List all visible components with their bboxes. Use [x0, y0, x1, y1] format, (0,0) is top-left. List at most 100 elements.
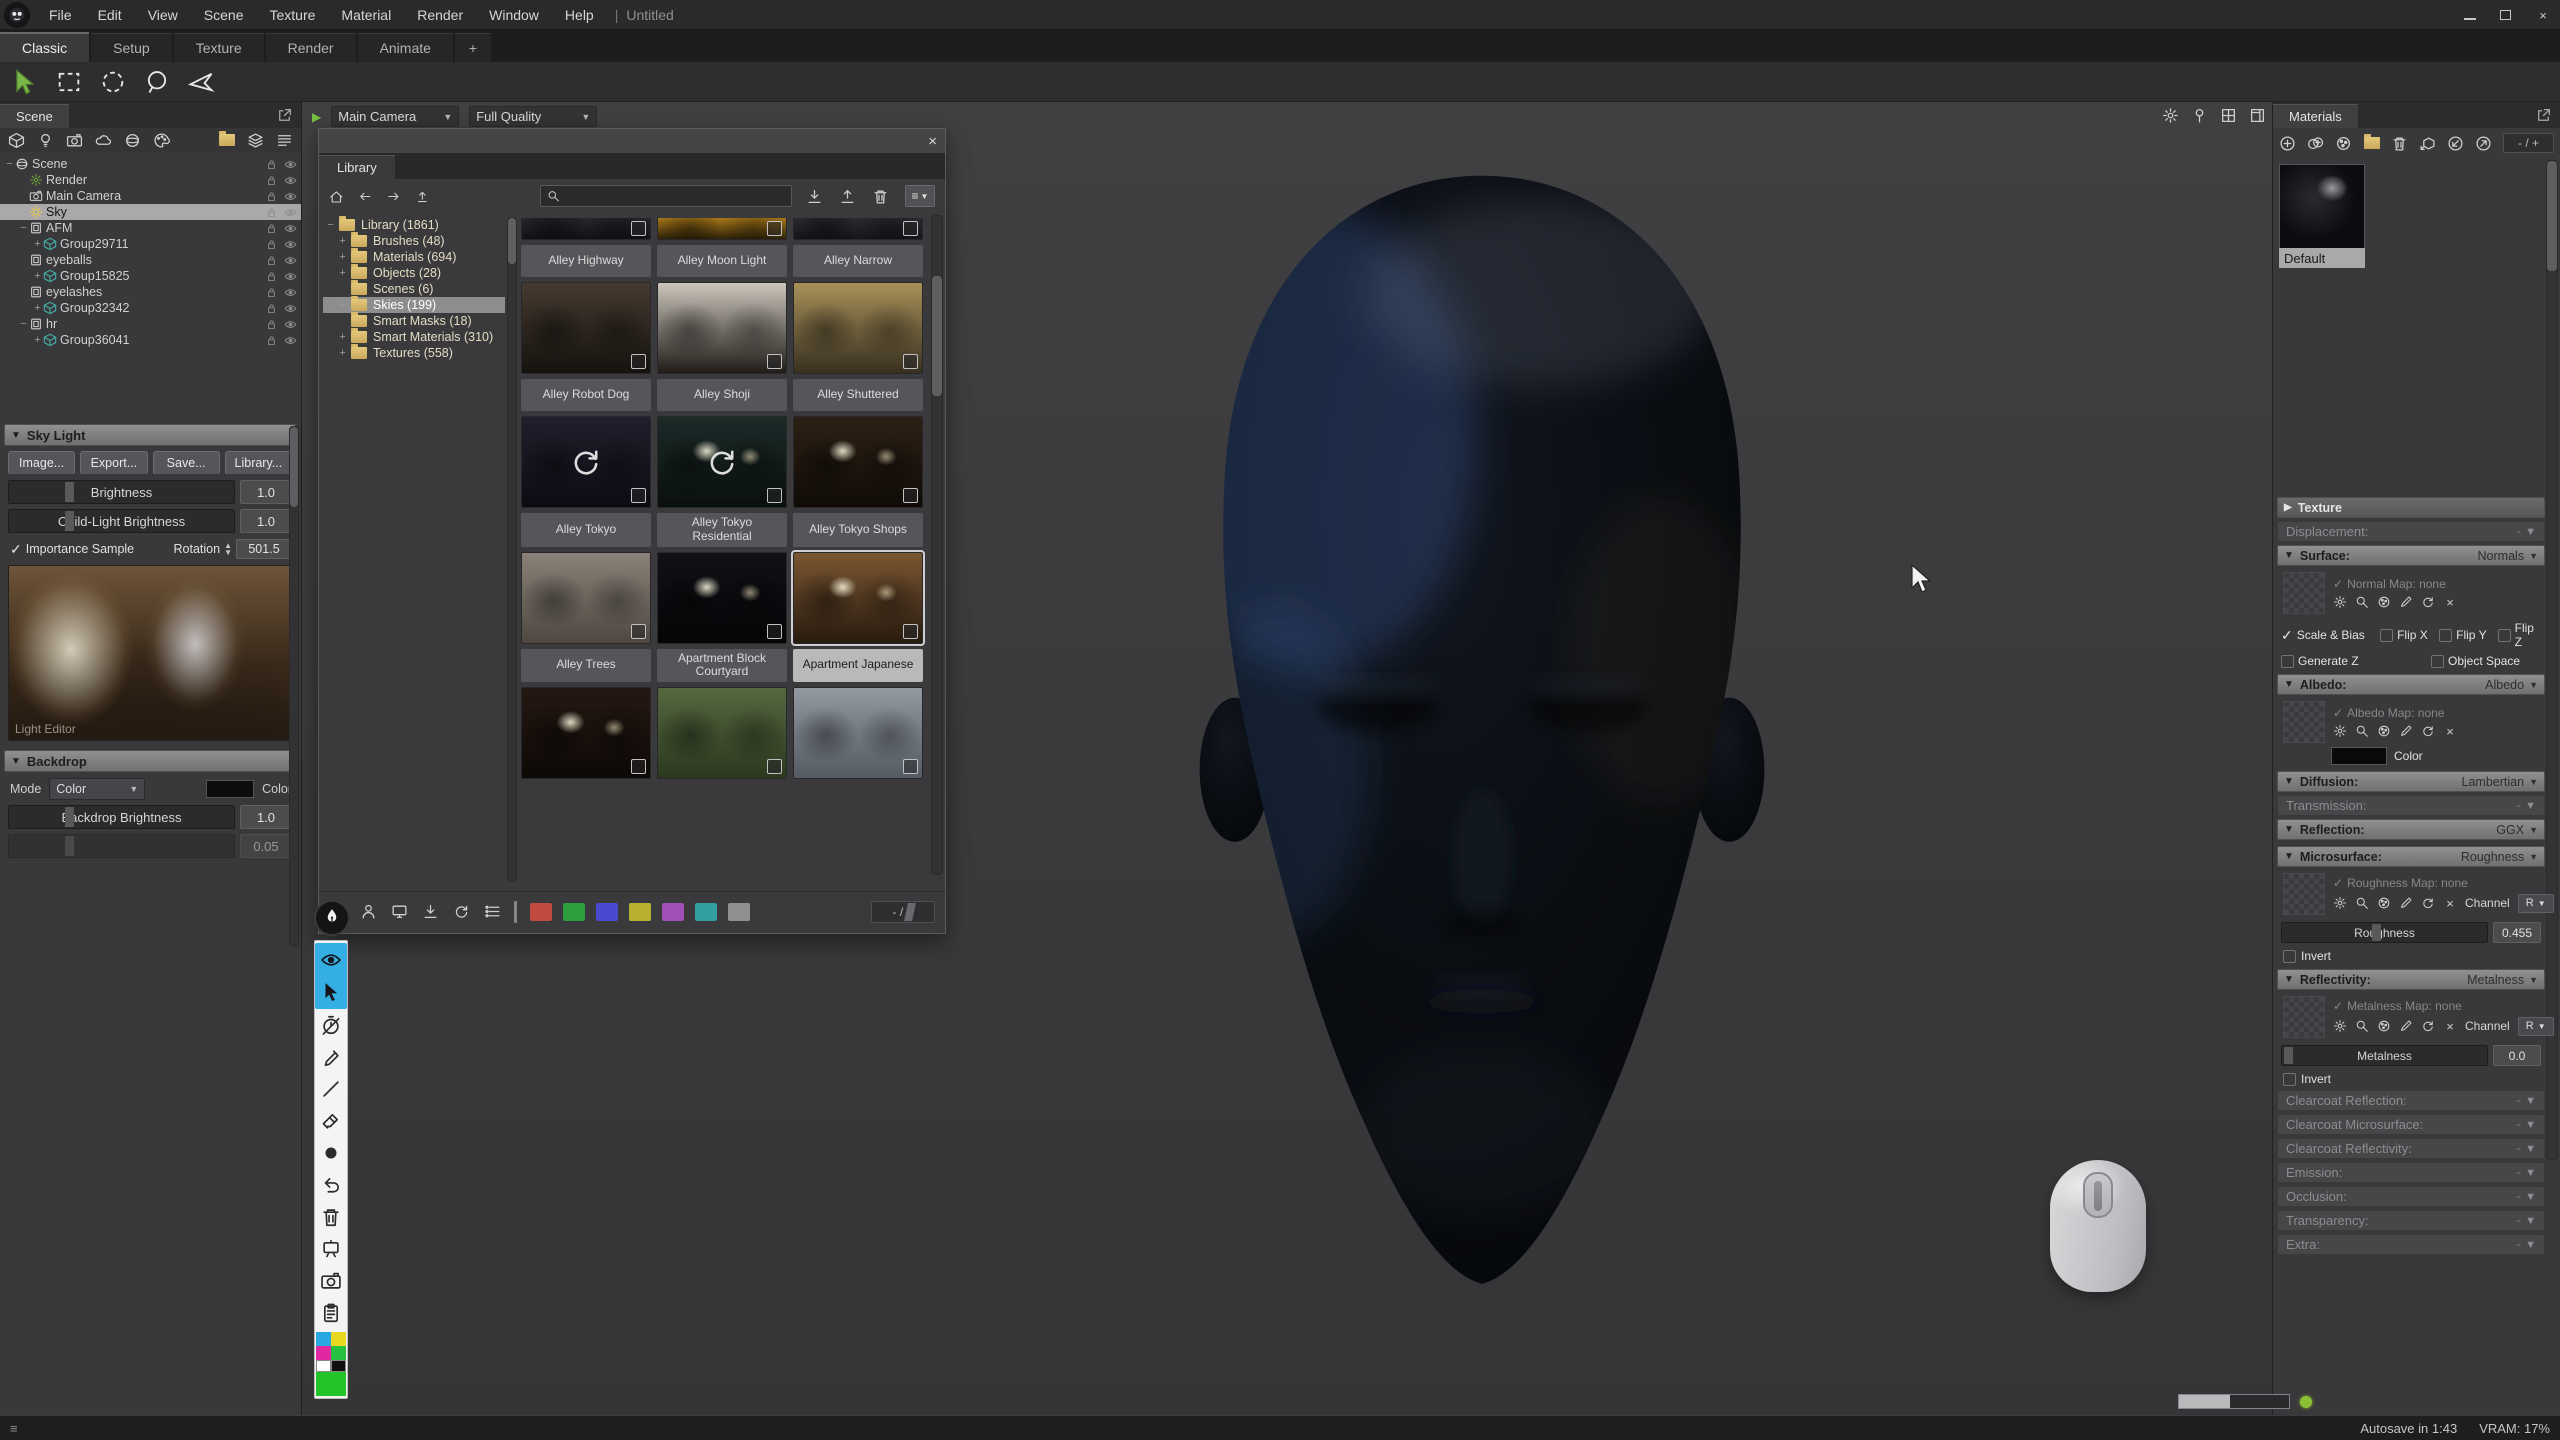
object-space-checkbox[interactable]: Object Space [2431, 654, 2520, 668]
library-folder-library-1861-[interactable]: − Library (1861) [323, 217, 505, 233]
menu-scene[interactable]: Scene [191, 0, 257, 30]
sky-item-label[interactable]: Alley Robot Dog [521, 379, 651, 411]
menu-file[interactable]: File [36, 0, 85, 30]
map-gear-icon[interactable] [2333, 896, 2347, 910]
lock-icon[interactable] [265, 238, 278, 251]
normal-map-thumbnail[interactable] [2283, 572, 2325, 614]
tool-eye-icon[interactable] [317, 946, 345, 974]
albedo-map-thumbnail[interactable] [2283, 701, 2325, 743]
child-brightness-value[interactable]: 1.0 [240, 509, 292, 533]
importance-sample-checkbox[interactable]: ✓ [10, 541, 22, 558]
sky-thumbnail[interactable] [521, 552, 651, 644]
metalness-slider-handle[interactable] [2284, 1047, 2293, 1064]
tool-undo-icon[interactable] [317, 1171, 345, 1199]
footer-refresh-icon[interactable] [453, 903, 470, 920]
viewport-play-icon[interactable]: ▶ [312, 110, 321, 124]
thumbnail-checkbox[interactable] [903, 354, 918, 369]
material-zoom-control[interactable]: - / + [2503, 133, 2554, 153]
folder-expander[interactable]: + [337, 251, 348, 263]
reflectivity-mode-value[interactable]: Metalness [2467, 973, 2524, 987]
lock-icon[interactable] [265, 190, 278, 203]
swatch-0[interactable] [316, 1332, 331, 1346]
reflection-section-header[interactable]: ▼Reflection: GGX▼ [2277, 819, 2545, 840]
texture-section-header[interactable]: ▶Texture [2277, 497, 2545, 518]
map-spheredots-icon[interactable] [2377, 1019, 2391, 1033]
map-magnifier-icon[interactable] [2355, 896, 2369, 910]
footer-person-icon[interactable] [360, 903, 377, 920]
diffusion-mode-value[interactable]: Lambertian [2462, 775, 2525, 789]
up-folder-icon[interactable] [415, 188, 430, 205]
tool-trash-icon[interactable] [317, 1203, 345, 1231]
folder-expander[interactable]: + [337, 331, 348, 343]
child-brightness-slider-handle[interactable] [65, 511, 74, 531]
metalness-slider[interactable]: Metalness [2281, 1045, 2488, 1066]
scene-folder-icon[interactable] [218, 132, 235, 149]
rotation-spinner[interactable]: ▲▼ [224, 542, 232, 556]
map-magnifier-icon[interactable] [2355, 595, 2369, 609]
map-refresh-icon[interactable] [2421, 595, 2435, 609]
folder-expander[interactable]: − [325, 219, 336, 231]
rotation-value[interactable]: 501.5 [236, 539, 292, 559]
multi-color-swatch[interactable] [316, 1332, 346, 1360]
forward-icon[interactable] [386, 188, 401, 205]
color-tag-5[interactable] [695, 903, 717, 921]
scene-tree-item-sky[interactable]: Sky [0, 204, 301, 220]
primary-color-swatch[interactable] [316, 1372, 346, 1396]
minimize-button[interactable] [2464, 11, 2476, 20]
roughness-map-thumbnail[interactable] [2283, 873, 2325, 915]
mat-spheredots-icon[interactable] [2335, 135, 2352, 152]
sky-item-label[interactable]: Alley Tokyo Residential [657, 513, 787, 547]
tool-marker-icon[interactable] [317, 1043, 345, 1071]
library-folder-scenes-6-[interactable]: Scenes (6) [323, 281, 505, 297]
map-refresh-icon[interactable] [2421, 724, 2435, 738]
map-gear-icon[interactable] [2333, 595, 2347, 609]
materials-scroll-thumb[interactable] [2547, 161, 2557, 271]
scene-listpanel-icon[interactable] [276, 132, 293, 149]
color-tag-4[interactable] [662, 903, 684, 921]
skylight-button-library[interactable]: Library... [225, 451, 292, 475]
map-spheredots-icon[interactable] [2377, 896, 2391, 910]
reflectivity-section-header[interactable]: ▼Reflectivity: Metalness▼ [2277, 969, 2545, 990]
tree-expander[interactable]: − [4, 158, 15, 170]
backdrop-color-swatch[interactable] [206, 780, 254, 798]
panel-external-icon[interactable] [2535, 107, 2552, 124]
footer-monitor-icon[interactable] [391, 903, 408, 920]
workspace-tab-setup[interactable]: Setup [91, 33, 172, 62]
mat-folder-icon[interactable] [2363, 135, 2380, 152]
section-transparency-[interactable]: Transparency:-▼ [2277, 1210, 2545, 1231]
roughness-slider-handle[interactable] [2372, 924, 2381, 941]
albedo-color-swatch[interactable] [2331, 747, 2387, 765]
backdrop-dim-handle[interactable] [65, 836, 74, 856]
swatch-2[interactable] [316, 1346, 331, 1360]
map-refresh-icon[interactable] [2421, 1019, 2435, 1033]
scene-tree-item-main-camera[interactable]: Main Camera [0, 188, 301, 204]
visibility-icon[interactable] [284, 270, 297, 283]
scene-tree-item-hr[interactable]: −hr [0, 316, 301, 332]
albedo-mode-value[interactable]: Albedo [2485, 678, 2524, 692]
scene-sphere-icon[interactable] [124, 132, 141, 149]
sky-thumbnail[interactable] [793, 282, 923, 374]
mat-downcirc-icon[interactable] [2447, 135, 2464, 152]
lasso-select-tool[interactable] [142, 67, 172, 97]
tree-expander[interactable]: + [32, 302, 43, 314]
reflection-mode-value[interactable]: GGX [2496, 823, 2524, 837]
surface-mode-value[interactable]: Normals [2478, 549, 2525, 563]
section-emission-[interactable]: Emission:-▼ [2277, 1162, 2545, 1183]
menu-render[interactable]: Render [404, 0, 476, 30]
surface-section-header[interactable]: ▼Surface: Normals▼ [2277, 545, 2545, 566]
sky-thumbnail[interactable] [521, 282, 651, 374]
thumbnail-checkbox[interactable] [631, 488, 646, 503]
color-tag-1[interactable] [563, 903, 585, 921]
library-close-icon[interactable]: × [928, 133, 937, 150]
sky-item-label[interactable]: Alley Highway [521, 245, 651, 277]
sky-thumbnail[interactable] [793, 416, 923, 508]
app-logo-icon[interactable] [4, 2, 30, 28]
back-icon[interactable] [358, 188, 373, 205]
tool-camera-icon[interactable] [317, 1267, 345, 1295]
color-tag-0[interactable] [530, 903, 552, 921]
footer-listview-icon[interactable] [484, 903, 501, 920]
metalness-invert-checkbox[interactable]: Invert [2283, 1072, 2541, 1086]
visibility-icon[interactable] [284, 206, 297, 219]
scene-panel-scroll-thumb[interactable] [290, 427, 298, 507]
map-magnifier-icon[interactable] [2355, 1019, 2369, 1033]
